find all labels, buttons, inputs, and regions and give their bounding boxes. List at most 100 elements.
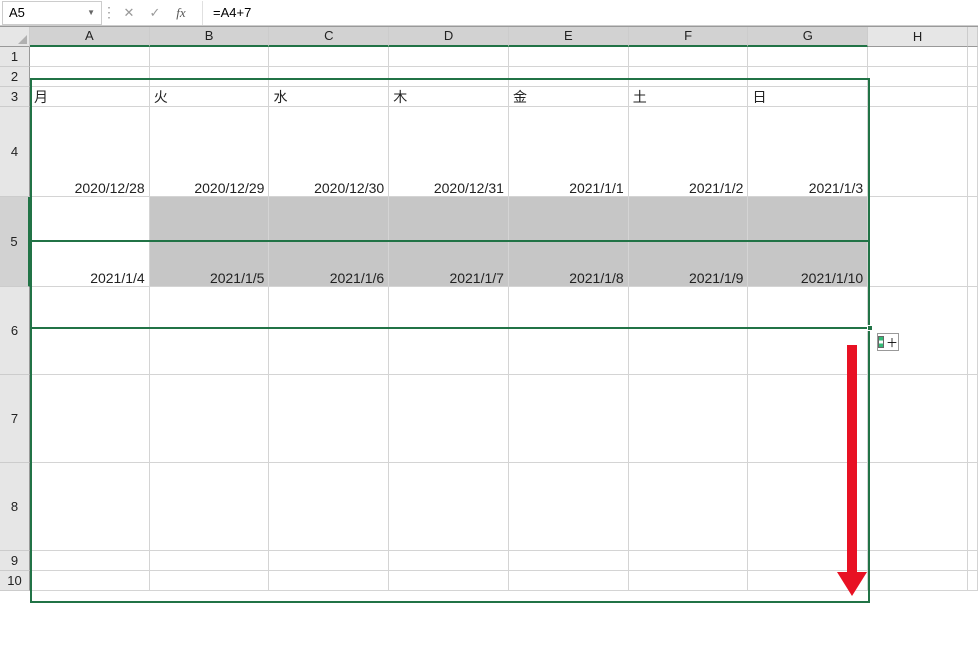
col-header-C[interactable]: C [269, 27, 389, 47]
cell[interactable] [30, 463, 150, 551]
cell[interactable] [629, 67, 749, 87]
cell[interactable] [269, 463, 389, 551]
cell[interactable] [389, 551, 509, 571]
col-header-I[interactable] [968, 27, 978, 47]
cell[interactable] [269, 571, 389, 591]
cell[interactable] [868, 87, 968, 107]
cell[interactable] [868, 375, 968, 463]
cell[interactable] [30, 47, 150, 67]
cell[interactable]: 2020/12/31 [389, 107, 509, 197]
cell[interactable] [389, 287, 509, 375]
cell[interactable] [150, 287, 270, 375]
cell[interactable] [30, 375, 150, 463]
cell[interactable] [629, 551, 749, 571]
col-header-E[interactable]: E [509, 27, 629, 47]
chevron-down-icon[interactable]: ▼ [87, 8, 95, 17]
cell[interactable] [968, 47, 978, 67]
cell[interactable] [968, 67, 978, 87]
fx-icon[interactable]: fx [168, 1, 194, 25]
cell[interactable] [269, 47, 389, 67]
row-header-5[interactable]: 5 [0, 197, 30, 287]
row-header-4[interactable]: 4 [0, 107, 30, 197]
cell[interactable] [968, 551, 978, 571]
cell[interactable] [509, 287, 629, 375]
cell[interactable]: 2021/1/1 [509, 107, 629, 197]
cell[interactable]: 2021/1/6 [269, 197, 389, 287]
cell[interactable]: 2021/1/9 [629, 197, 749, 287]
cell[interactable] [509, 571, 629, 591]
row-header-3[interactable]: 3 [0, 87, 30, 107]
row-header-10[interactable]: 10 [0, 571, 30, 591]
col-header-B[interactable]: B [150, 27, 270, 47]
cell[interactable] [868, 571, 968, 591]
cell[interactable] [150, 67, 270, 87]
row-header-9[interactable]: 9 [0, 551, 30, 571]
col-header-H[interactable]: H [868, 27, 968, 47]
cell[interactable] [748, 47, 868, 67]
cell[interactable]: 2021/1/2 [629, 107, 749, 197]
cell[interactable] [150, 375, 270, 463]
cell[interactable]: 2021/1/10 [748, 197, 868, 287]
cell[interactable]: 火 [150, 87, 270, 107]
cell[interactable] [868, 287, 968, 375]
cell[interactable] [509, 375, 629, 463]
col-header-D[interactable]: D [389, 27, 509, 47]
cell[interactable] [269, 287, 389, 375]
autofill-options-icon[interactable]: ＋ [877, 333, 899, 351]
cell[interactable] [968, 463, 978, 551]
cell-A5-active[interactable]: 2021/1/4 [30, 197, 150, 287]
cell[interactable] [389, 375, 509, 463]
cell[interactable] [509, 463, 629, 551]
cell[interactable]: 2020/12/29 [150, 107, 270, 197]
cell[interactable]: 金 [509, 87, 629, 107]
cell[interactable] [868, 47, 968, 67]
enter-icon[interactable]: ✓ [142, 1, 168, 25]
select-all-corner[interactable] [0, 27, 30, 47]
cell[interactable] [629, 463, 749, 551]
cell[interactable] [389, 463, 509, 551]
cell[interactable] [30, 67, 150, 87]
cell[interactable]: 日 [748, 87, 868, 107]
row-header-6[interactable]: 6 [0, 287, 30, 375]
cell[interactable]: 2021/1/3 [748, 107, 868, 197]
cell[interactable]: 2021/1/8 [509, 197, 629, 287]
cell[interactable] [868, 551, 968, 571]
cell[interactable] [868, 197, 968, 287]
row-header-2[interactable]: 2 [0, 67, 30, 87]
cell[interactable] [269, 551, 389, 571]
cell[interactable] [389, 571, 509, 591]
cell[interactable]: 2020/12/30 [269, 107, 389, 197]
cell[interactable] [150, 47, 270, 67]
cell[interactable] [269, 375, 389, 463]
cell[interactable] [150, 463, 270, 551]
cell[interactable] [389, 67, 509, 87]
formula-input[interactable] [202, 1, 978, 25]
row-header-1[interactable]: 1 [0, 47, 30, 67]
cell[interactable] [968, 375, 978, 463]
col-header-A[interactable]: A [30, 27, 150, 47]
cell[interactable]: 月 [30, 87, 150, 107]
cancel-icon[interactable]: ✕ [116, 1, 142, 25]
cell[interactable]: 2021/1/7 [389, 197, 509, 287]
cell[interactable] [748, 67, 868, 87]
cell[interactable] [868, 107, 968, 197]
row-header-7[interactable]: 7 [0, 375, 30, 463]
cell[interactable] [968, 107, 978, 197]
cell[interactable] [629, 287, 749, 375]
cell[interactable] [629, 375, 749, 463]
cell[interactable] [389, 47, 509, 67]
row-header-8[interactable]: 8 [0, 463, 30, 551]
cell[interactable]: 2020/12/28 [30, 107, 150, 197]
cell[interactable]: 2021/1/5 [150, 197, 270, 287]
cell[interactable]: 土 [629, 87, 749, 107]
cell[interactable] [509, 551, 629, 571]
cell[interactable] [150, 551, 270, 571]
col-header-G[interactable]: G [748, 27, 868, 47]
cell[interactable] [868, 67, 968, 87]
cell[interactable] [30, 551, 150, 571]
cell[interactable] [968, 287, 978, 375]
cell[interactable] [968, 571, 978, 591]
cell[interactable]: 木 [389, 87, 509, 107]
cell[interactable] [30, 287, 150, 375]
cell[interactable]: 水 [269, 87, 389, 107]
